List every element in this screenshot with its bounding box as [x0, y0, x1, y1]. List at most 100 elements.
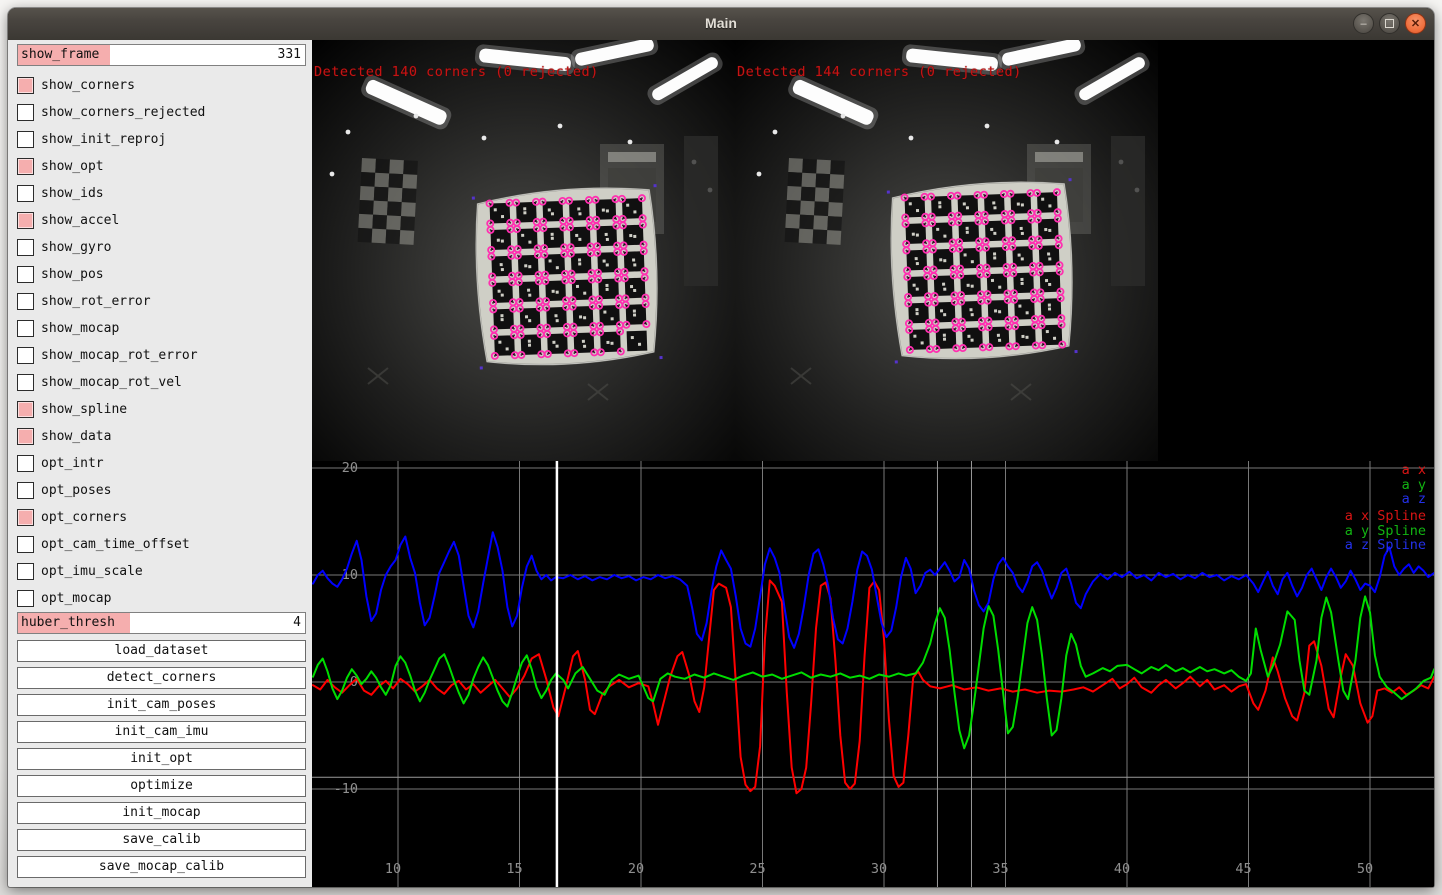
slider-label: huber_thresh: [21, 615, 115, 630]
ceiling-dot-light: [773, 130, 778, 135]
slider-huber_thresh[interactable]: huber_thresh4: [17, 612, 306, 634]
optimize-button[interactable]: optimize: [17, 775, 306, 797]
checkbox-label: show_mocap: [41, 321, 119, 336]
checkbox-row-opt_cam_time_offset[interactable]: opt_cam_time_offset: [17, 531, 306, 558]
x-tick-label: 50: [1357, 861, 1373, 877]
checkbox-row-opt_imu_scale[interactable]: opt_imu_scale: [17, 558, 306, 585]
checkbox-row-show_ids[interactable]: show_ids: [17, 180, 306, 207]
plot-legend-spline: a x Splinea y Splinea z Spline: [1345, 509, 1426, 553]
plot-background: [312, 461, 1434, 887]
checkbox-row-show_corners_rejected[interactable]: show_corners_rejected: [17, 99, 306, 126]
window-body: show_frame331 show_corners show_corners_re…: [8, 40, 1434, 887]
checkbox-label: show_corners_rejected: [41, 105, 205, 120]
checkbox-show_rot_error[interactable]: [17, 293, 34, 310]
imu-plot[interactable]: 10152025303540455020100-10 a xa ya z a x…: [312, 461, 1434, 887]
checkbox-label: opt_poses: [41, 483, 111, 498]
init_cam_poses-button[interactable]: init_cam_poses: [17, 694, 306, 716]
settings-panel: show_frame331 show_corners show_corners_re…: [8, 40, 312, 887]
x-tick-label: 45: [1235, 861, 1251, 877]
checkbox-label: show_data: [41, 429, 111, 444]
titlebar[interactable]: Main – ✕: [8, 8, 1434, 41]
door: [1111, 136, 1145, 286]
checkbox-show_mocap_rot_error[interactable]: [17, 347, 34, 364]
ceiling-dot-light: [757, 172, 762, 177]
checkbox-row-show_opt[interactable]: show_opt: [17, 153, 306, 180]
y-tick-label: 20: [342, 461, 358, 476]
minimize-button[interactable]: –: [1353, 13, 1374, 34]
plot-legend-raw: a xa ya z: [1402, 463, 1426, 507]
checkbox-show_corners_rejected[interactable]: [17, 104, 34, 121]
ceiling-dot-light: [1055, 140, 1060, 145]
checkbox-label: show_spline: [41, 402, 127, 417]
checkbox-show_ids[interactable]: [17, 185, 34, 202]
checkbox-row-opt_poses[interactable]: opt_poses: [17, 477, 306, 504]
checkbox-row-opt_mocap[interactable]: opt_mocap: [17, 585, 306, 612]
checkbox-show_mocap_rot_vel[interactable]: [17, 374, 34, 391]
save_calib-button[interactable]: save_calib: [17, 829, 306, 851]
init_cam_imu-button[interactable]: init_cam_imu: [17, 721, 306, 743]
checkbox-opt_intr[interactable]: [17, 455, 34, 472]
wall-checkerboard: [358, 158, 418, 245]
camera-strip-filler: [1158, 40, 1434, 461]
checkbox-row-show_spline[interactable]: show_spline: [17, 396, 306, 423]
legend-entry-a-x: a x: [1402, 463, 1426, 478]
checkbox-show_pos[interactable]: [17, 266, 34, 283]
x-tick-label: 20: [628, 861, 644, 877]
save_mocap_calib-button[interactable]: save_mocap_calib: [17, 856, 306, 878]
checkbox-opt_imu_scale[interactable]: [17, 563, 34, 580]
board-edge-dot: [895, 360, 898, 363]
wall-poster-line: [608, 152, 656, 162]
x-tick-label: 30: [871, 861, 887, 877]
camera-view-right: Detected 144 corners (0 rejected): [735, 40, 1158, 461]
checkbox-row-show_mocap_rot_error[interactable]: show_mocap_rot_error: [17, 342, 306, 369]
checkbox-row-show_init_reproj[interactable]: show_init_reproj: [17, 126, 306, 153]
checkbox-label: show_mocap_rot_vel: [41, 375, 182, 390]
camera-view-left: Detected 140 corners (0 rejected): [312, 40, 735, 461]
checkbox-label: opt_corners: [41, 510, 127, 525]
checkbox-row-show_pos[interactable]: show_pos: [17, 261, 306, 288]
checkbox-row-opt_intr[interactable]: opt_intr: [17, 450, 306, 477]
plot-canvas[interactable]: 10152025303540455020100-10: [312, 461, 1434, 887]
checkbox-row-opt_corners[interactable]: opt_corners: [17, 504, 306, 531]
checkbox-show_init_reproj[interactable]: [17, 131, 34, 148]
legend-entry-a-z: a z: [1402, 492, 1426, 507]
init_mocap-button[interactable]: init_mocap: [17, 802, 306, 824]
maximize-button[interactable]: [1379, 13, 1400, 34]
checkbox-opt_cam_time_offset[interactable]: [17, 536, 34, 553]
checkbox-label: opt_mocap: [41, 591, 111, 606]
slider-label: show_frame: [21, 47, 99, 62]
board-edge-dot: [887, 191, 890, 194]
slider-show_frame[interactable]: show_frame331: [17, 44, 306, 66]
checkbox-row-show_data[interactable]: show_data: [17, 423, 306, 450]
window-title: Main: [8, 15, 1434, 31]
checkbox-row-show_mocap_rot_vel[interactable]: show_mocap_rot_vel: [17, 369, 306, 396]
init_opt-button[interactable]: init_opt: [17, 748, 306, 770]
checkbox-show_corners[interactable]: [17, 77, 34, 94]
legend-entry-a-x-Spline: a x Spline: [1345, 509, 1426, 524]
ceiling-dot-light: [330, 172, 335, 177]
checkbox-show_opt[interactable]: [17, 158, 34, 175]
checkbox-show_mocap[interactable]: [17, 320, 34, 337]
checkbox-opt_corners[interactable]: [17, 509, 34, 526]
detect_corners-button[interactable]: detect_corners: [17, 667, 306, 689]
camera-image-left: [312, 40, 735, 461]
checkbox-opt_poses[interactable]: [17, 482, 34, 499]
checkbox-row-show_gyro[interactable]: show_gyro: [17, 234, 306, 261]
board-edge-dot: [472, 197, 475, 200]
checkbox-label: show_ids: [41, 186, 104, 201]
checkbox-row-show_accel[interactable]: show_accel: [17, 207, 306, 234]
board-edge-dot: [659, 356, 662, 359]
checkbox-row-show_mocap[interactable]: show_mocap: [17, 315, 306, 342]
checkbox-show_spline[interactable]: [17, 401, 34, 418]
close-button[interactable]: ✕: [1405, 13, 1426, 34]
checkbox-row-show_rot_error[interactable]: show_rot_error: [17, 288, 306, 315]
minimize-icon: –: [1360, 18, 1366, 30]
legend-entry-a-y-Spline: a y Spline: [1345, 524, 1426, 539]
checkbox-opt_mocap[interactable]: [17, 590, 34, 607]
checkbox-show_gyro[interactable]: [17, 239, 34, 256]
checkbox-row-show_corners[interactable]: show_corners: [17, 72, 306, 99]
door: [684, 136, 718, 286]
checkbox-show_data[interactable]: [17, 428, 34, 445]
load_dataset-button[interactable]: load_dataset: [17, 640, 306, 662]
checkbox-show_accel[interactable]: [17, 212, 34, 229]
